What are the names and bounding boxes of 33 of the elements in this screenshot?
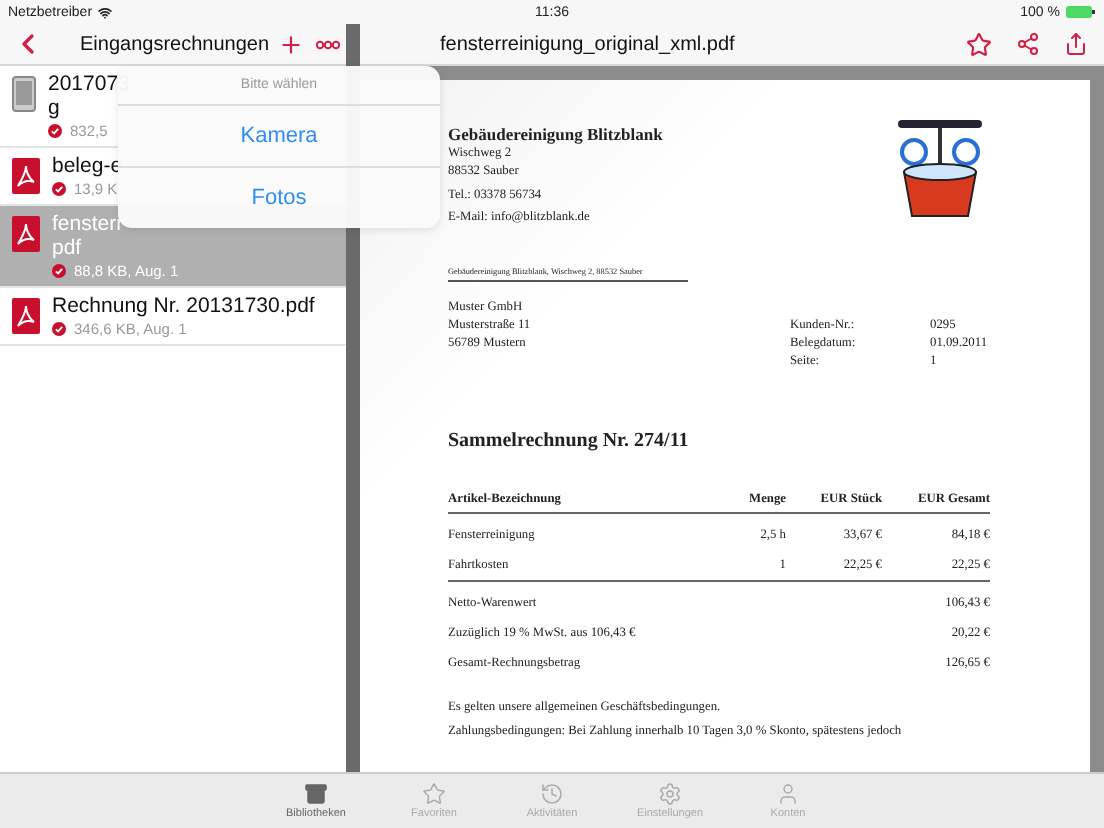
share-button[interactable] [1016, 31, 1040, 57]
wifi-icon [98, 5, 113, 19]
archive-icon [304, 782, 328, 806]
check-badge-icon [52, 181, 66, 195]
pdf-file-icon [12, 158, 40, 194]
person-icon [776, 782, 800, 806]
library-title: Eingangsrechnungen [80, 33, 270, 55]
file-name: Rechnung Nr. 20131730.pdf [52, 294, 315, 318]
export-icon [1064, 32, 1088, 56]
add-button[interactable] [277, 31, 304, 57]
sender-name: Gebäudereinigung Blitzblank [448, 124, 663, 144]
more-icon [315, 39, 340, 49]
check-badge-icon [52, 321, 66, 335]
battery-icon [1066, 6, 1096, 18]
pdf-file-icon [12, 298, 40, 334]
star-icon [422, 782, 446, 806]
tablet-icon [12, 76, 36, 112]
clock-icon [540, 782, 564, 806]
pdf-file-icon [12, 216, 40, 252]
document-title: fensterreinigung_original_xml.pdf [440, 33, 735, 55]
check-badge-icon [52, 263, 66, 277]
favorite-button[interactable] [966, 31, 992, 57]
invoice-title: Sammelrechnung Nr. 274/11 [448, 430, 691, 452]
gear-icon [658, 782, 682, 806]
check-badge-icon [48, 123, 62, 137]
share-icon [1016, 32, 1040, 56]
popover-option[interactable]: Fotos [118, 166, 440, 228]
star-icon [966, 31, 992, 57]
popover-option[interactable]: Kamera [118, 104, 440, 166]
more-button[interactable] [315, 39, 340, 49]
export-button[interactable] [1064, 31, 1088, 57]
plus-icon [277, 31, 304, 57]
file-name: beleg-e [52, 154, 123, 178]
